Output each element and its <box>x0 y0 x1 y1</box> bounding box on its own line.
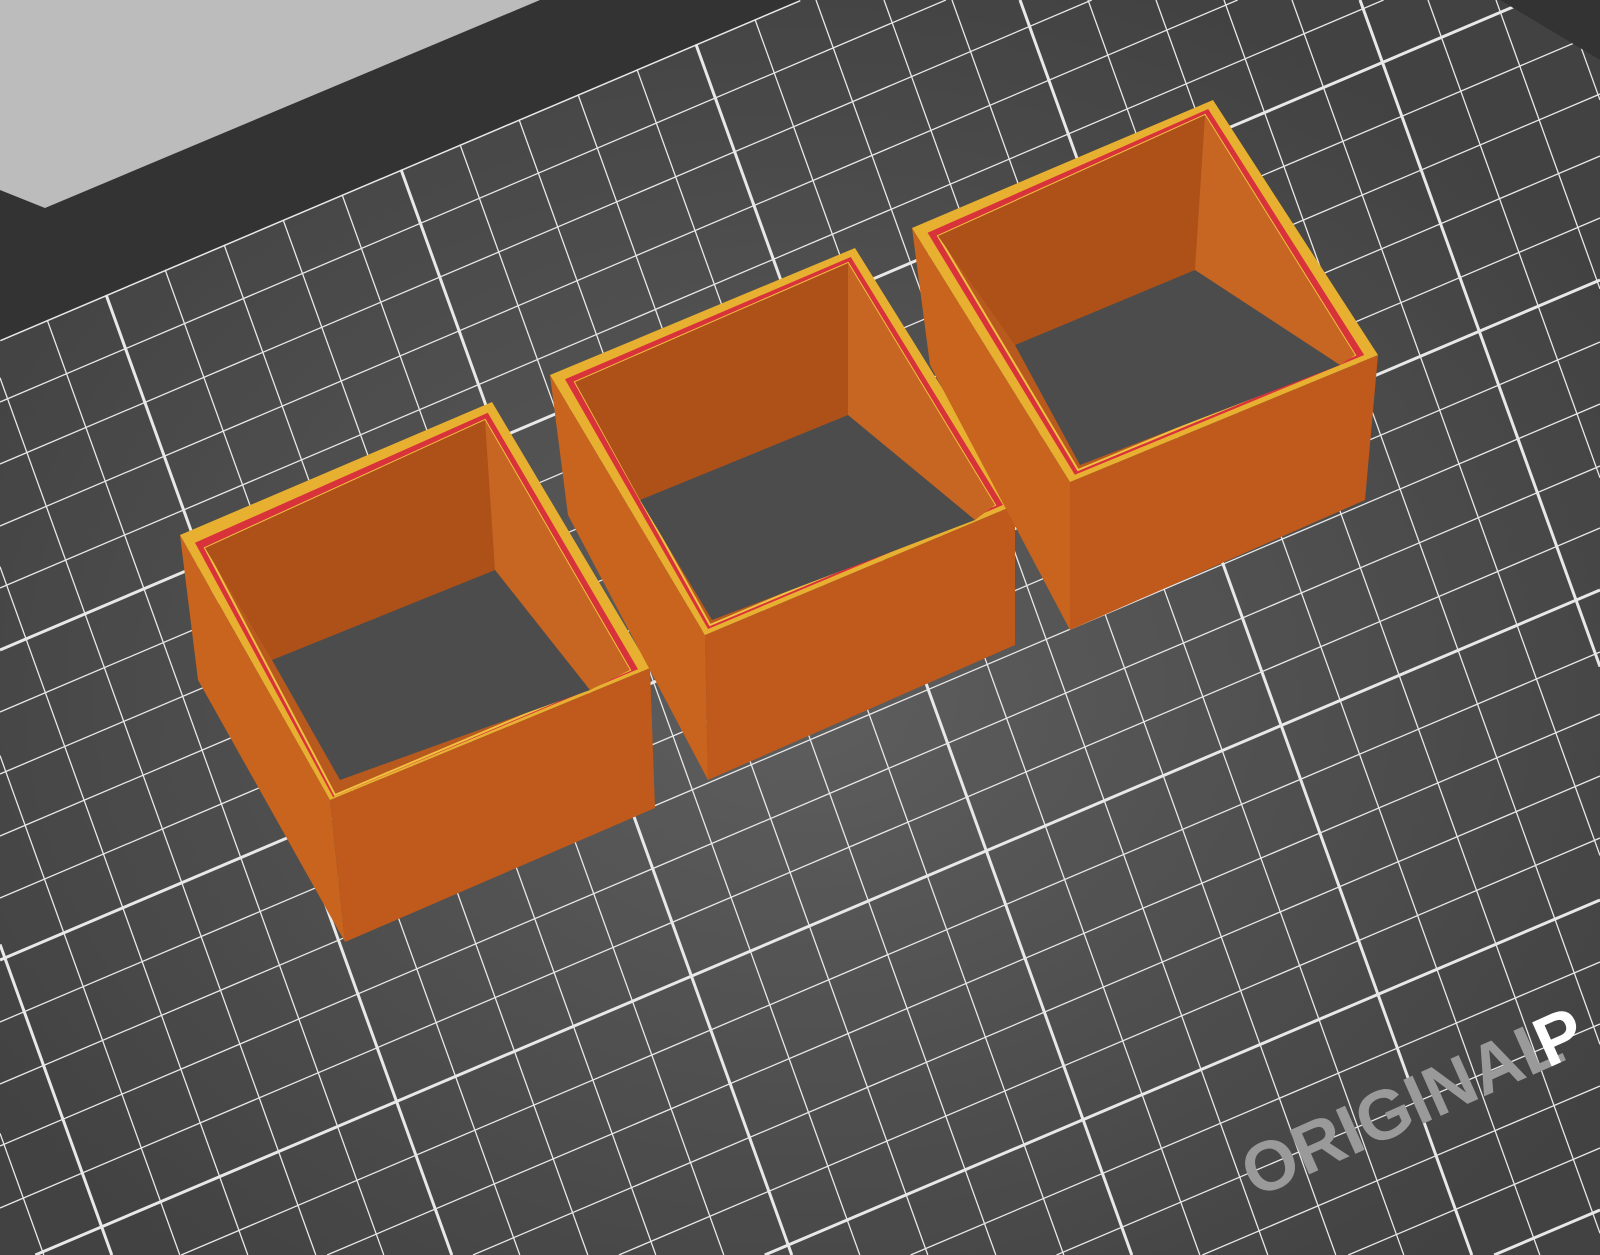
3d-viewport[interactable]: ORIGINAL P <box>0 0 1600 1255</box>
scene: ORIGINAL P <box>0 0 1600 1255</box>
